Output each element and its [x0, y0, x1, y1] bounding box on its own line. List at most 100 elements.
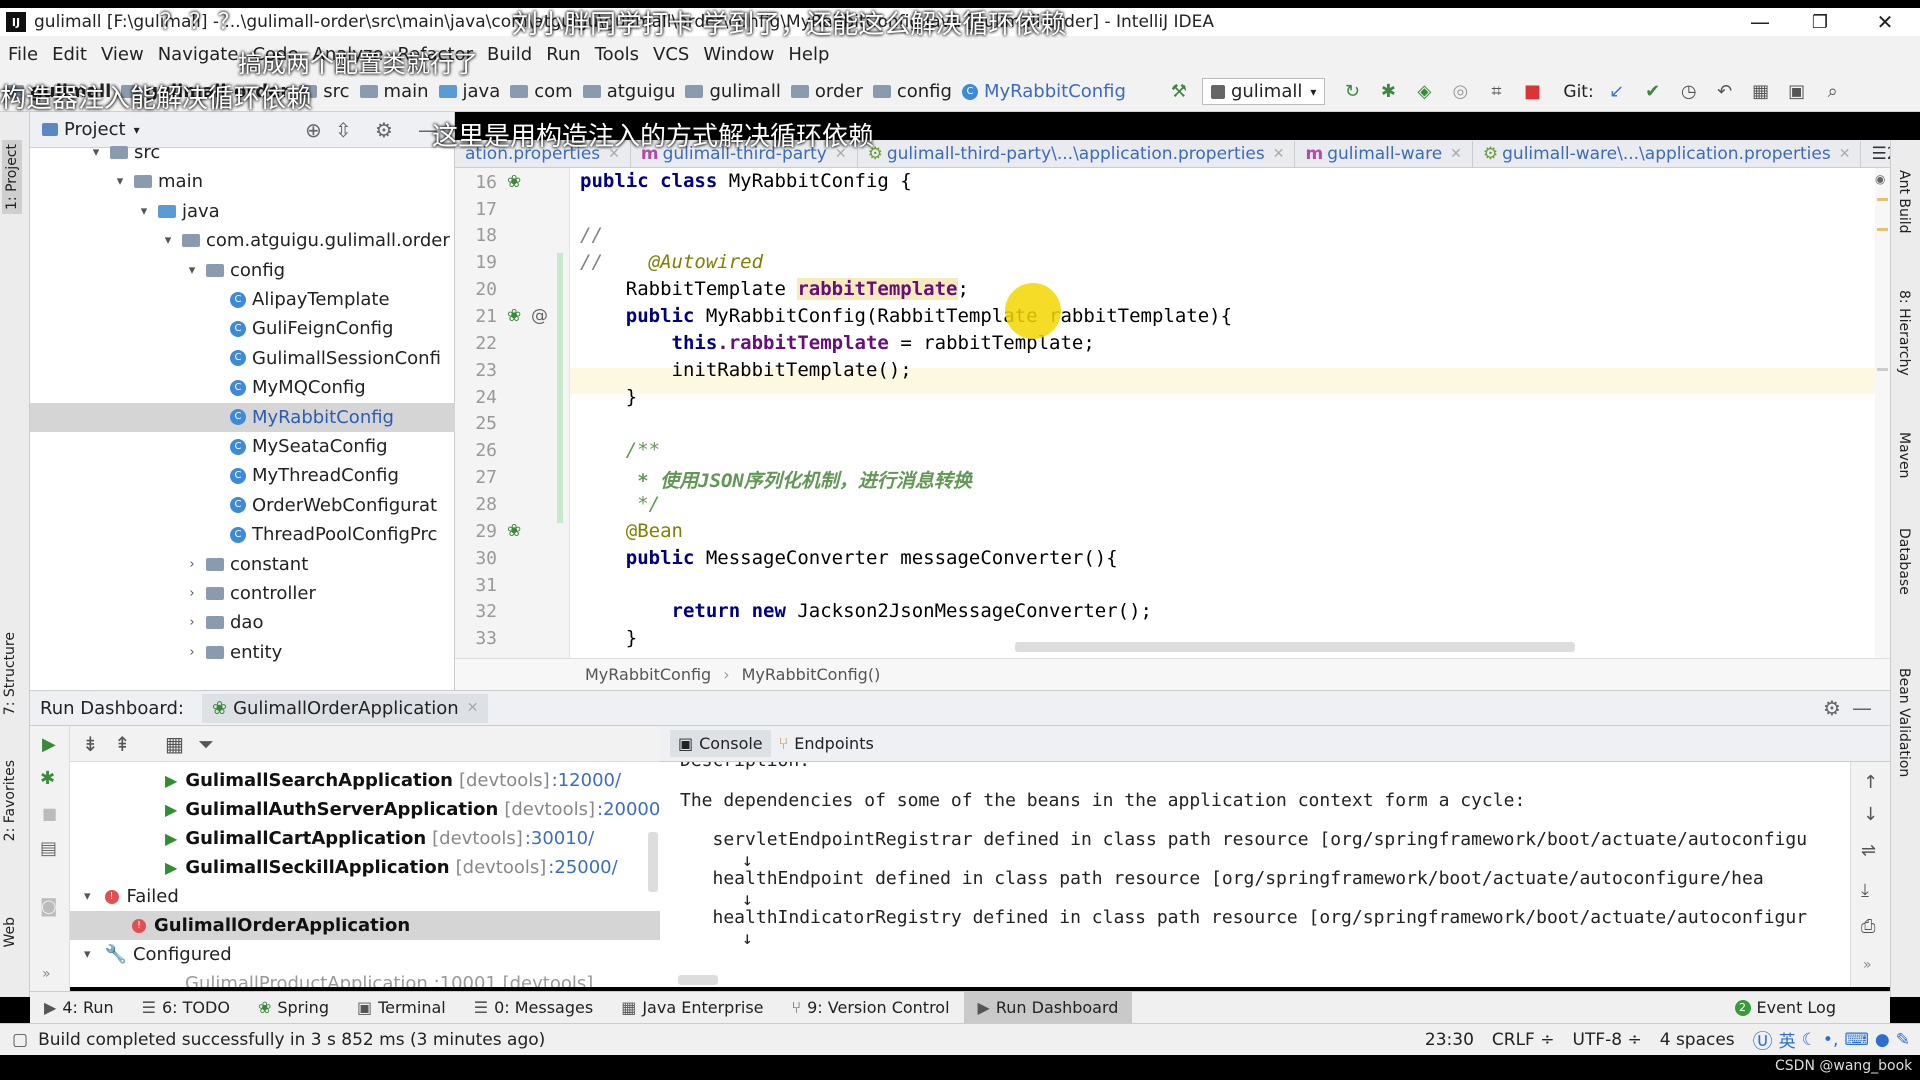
- warning-marker[interactable]: [1877, 228, 1888, 231]
- tree-item[interactable]: ▾ src: [30, 138, 455, 167]
- tool-java-enterprise[interactable]: ▦ Java Enterprise: [607, 992, 777, 1024]
- chevron-right-icon[interactable]: ›: [184, 645, 200, 660]
- nav-crumb-atguigu[interactable]: atguigu: [582, 81, 675, 102]
- breadcrumb-method[interactable]: MyRabbitConfig(): [742, 665, 881, 684]
- tool-structure[interactable]: 7: Structure: [2, 632, 18, 715]
- chevron-down-icon[interactable]: ▾: [112, 174, 128, 189]
- tree-item[interactable]: C GulimallSessionConfi: [30, 344, 455, 373]
- git-rollback-icon[interactable]: ↶: [1712, 79, 1738, 105]
- spring-bean-icon[interactable]: ❀: [507, 306, 521, 326]
- menu-run[interactable]: Run: [546, 44, 581, 65]
- list-item[interactable]: ▶ GulimallSeckillApplication [devtools]:25…: [165, 853, 618, 882]
- tool-favorites[interactable]: 2: Favorites: [2, 760, 18, 841]
- tool-web[interactable]: Web: [2, 917, 18, 948]
- tree-item[interactable]: › constant: [30, 550, 455, 579]
- tool-version-control[interactable]: ⑂ 9: Version Control: [778, 992, 964, 1024]
- menu-build[interactable]: Build: [487, 44, 532, 65]
- git-history-icon[interactable]: ◷: [1676, 79, 1702, 105]
- stop-icon[interactable]: ■: [1519, 79, 1545, 105]
- tab-ware-properties[interactable]: ⚙ gulimall-ware\...\application.propertie…: [1473, 141, 1862, 167]
- tab-overflow[interactable]: ☰2: [1861, 141, 1890, 167]
- run-config-select[interactable]: gulimall ▾: [1201, 78, 1326, 105]
- layout-icon[interactable]: ▣: [1784, 79, 1810, 105]
- failed-group[interactable]: ▾! Failed: [84, 882, 179, 911]
- hide-panel-icon[interactable]: —: [1852, 696, 1872, 720]
- ime-language[interactable]: 英: [1779, 1027, 1796, 1052]
- tool-messages[interactable]: ☰ 0: Messages: [460, 992, 607, 1024]
- chevron-down-icon[interactable]: ▾: [184, 263, 200, 278]
- expand-icon[interactable]: »: [1863, 957, 1872, 973]
- tree-item[interactable]: C MyRabbitConfig: [30, 402, 455, 432]
- menu-file[interactable]: File: [8, 44, 38, 65]
- user-icon[interactable]: ●: [1875, 1030, 1890, 1050]
- chevron-right-icon[interactable]: ›: [184, 557, 200, 572]
- breadcrumb-class[interactable]: MyRabbitConfig: [585, 665, 711, 684]
- camera-icon[interactable]: ◙: [40, 896, 57, 917]
- keyboard-icon[interactable]: ⌨: [1844, 1030, 1869, 1050]
- horizontal-scrollbar[interactable]: [678, 975, 718, 985]
- nav-crumb-gulimall[interactable]: gulimall: [685, 81, 781, 102]
- tab-third-party-properties[interactable]: ⚙ gulimall-third-party\...\application.pr…: [858, 141, 1296, 167]
- rerun-icon[interactable]: ↻: [1339, 79, 1365, 105]
- tree-item[interactable]: › entity: [30, 638, 455, 667]
- punctuation-icon[interactable]: •,: [1823, 1030, 1838, 1050]
- status-toggle-icon[interactable]: ▢: [12, 1030, 28, 1050]
- tree-item[interactable]: C GuliFeignConfig: [30, 314, 455, 343]
- file-encoding[interactable]: UTF-8 ÷: [1573, 1030, 1642, 1050]
- tree-item[interactable]: ▾ main: [30, 167, 455, 196]
- list-item[interactable]: GulimallProductApplication :10001 [devto…: [185, 969, 593, 987]
- profile-icon[interactable]: ◎: [1447, 79, 1473, 105]
- project-structure-icon[interactable]: ▦: [1748, 79, 1774, 105]
- hammer-build-icon[interactable]: ⚒: [1166, 79, 1192, 105]
- spring-bean-icon[interactable]: ❀: [507, 172, 521, 192]
- menu-window[interactable]: Window: [703, 44, 774, 65]
- vertical-scrollbar[interactable]: [648, 832, 658, 892]
- table-row[interactable]: ! GulimallOrderApplication: [70, 911, 660, 940]
- tree-item[interactable]: C ThreadPoolConfigPrc: [30, 520, 455, 549]
- chevron-right-icon[interactable]: ›: [184, 615, 200, 630]
- chevron-down-icon[interactable]: ▾: [160, 233, 176, 248]
- debug-icon[interactable]: ✱: [1375, 79, 1401, 105]
- menu-tools[interactable]: Tools: [595, 44, 639, 65]
- nav-crumb-com[interactable]: com: [510, 81, 573, 102]
- menu-help[interactable]: Help: [788, 44, 829, 65]
- tool-ant-build[interactable]: Ant Build: [1896, 170, 1912, 234]
- run-icon[interactable]: ▶: [42, 734, 56, 755]
- line-separator[interactable]: CRLF ÷: [1492, 1030, 1555, 1050]
- tool-run[interactable]: ▶ 4: Run: [30, 992, 128, 1024]
- git-commit-icon[interactable]: ✔: [1640, 79, 1666, 105]
- configured-group[interactable]: ▾ 🔧 Configured: [84, 940, 232, 969]
- filter-icon[interactable]: ⏷: [198, 732, 214, 756]
- caret-position[interactable]: 23:30: [1425, 1030, 1474, 1050]
- list-item[interactable]: ▶ GulimallAuthServerApplication [devtools]…: [165, 795, 660, 824]
- nav-crumb-config[interactable]: config: [872, 81, 952, 102]
- indent-setting[interactable]: 4 spaces: [1660, 1030, 1735, 1050]
- tree-item[interactable]: ▾ config: [30, 256, 455, 285]
- menu-vcs[interactable]: VCS: [653, 44, 689, 65]
- tool-run-dashboard[interactable]: ▶ Run Dashboard: [963, 991, 1133, 1024]
- tab-gulimall-ware[interactable]: m gulimall-ware ✕: [1295, 141, 1473, 167]
- arrow-down-icon[interactable]: ↓: [1863, 804, 1878, 825]
- tree-item[interactable]: ▾ java: [30, 197, 455, 226]
- autowired-icon[interactable]: @: [531, 306, 548, 326]
- search-icon[interactable]: ⌕: [1820, 79, 1846, 105]
- console-output[interactable]: Description: The dependencies of some of…: [660, 762, 1850, 987]
- code-editor[interactable]: 16 17 18 19 20 21 22 23 24 25 26 27 28 2…: [455, 168, 1890, 658]
- tool-hierarchy[interactable]: 8: Hierarchy: [1896, 290, 1912, 376]
- tree-item[interactable]: C MyThreadConfig: [30, 461, 455, 490]
- moon-icon[interactable]: ☾: [1802, 1030, 1817, 1050]
- layout-icon[interactable]: ▤: [40, 838, 57, 859]
- warning-marker[interactable]: [1877, 198, 1888, 201]
- arrow-up-icon[interactable]: ↑: [1863, 772, 1878, 793]
- tree-item[interactable]: C MyMQConfig: [30, 373, 455, 402]
- chevron-down-icon[interactable]: ▾: [136, 204, 152, 219]
- debug-icon[interactable]: ✱: [40, 768, 55, 789]
- expand-all-icon[interactable]: ⇟: [82, 732, 99, 756]
- tab-gulimall-order-application[interactable]: ❀ GulimallOrderApplication ✕: [201, 693, 489, 723]
- tool-maven[interactable]: Maven: [1896, 432, 1912, 478]
- change-marker[interactable]: [1877, 368, 1888, 371]
- nav-crumb-class[interactable]: C MyRabbitConfig: [961, 81, 1126, 102]
- close-icon[interactable]: ✕: [467, 700, 479, 716]
- eye-icon[interactable]: ◉: [1875, 172, 1885, 186]
- stop-icon[interactable]: ■: [42, 804, 57, 823]
